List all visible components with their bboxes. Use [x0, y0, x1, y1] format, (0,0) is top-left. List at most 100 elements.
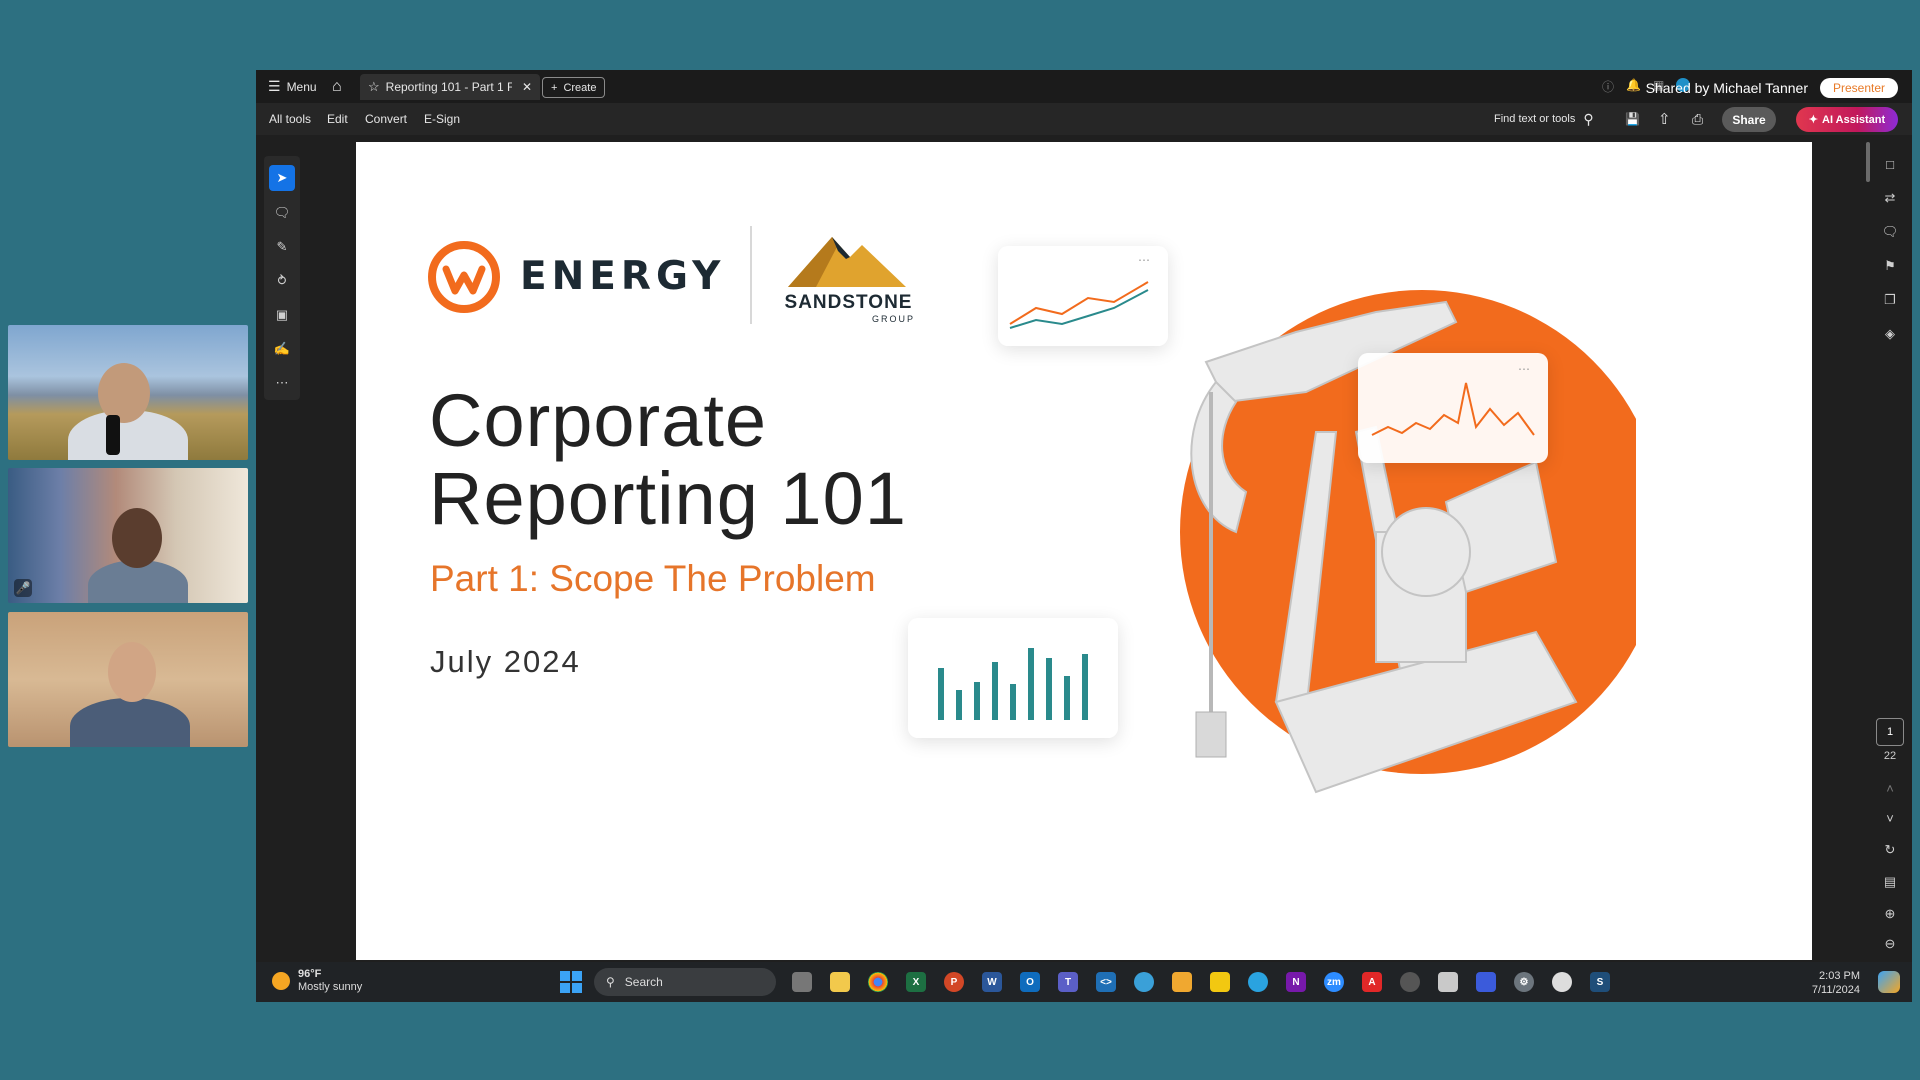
onenote-icon[interactable]: N — [1286, 972, 1306, 992]
find-tools-search[interactable]: Find text or tools ⚲ — [1494, 103, 1594, 135]
participant-video-1[interactable] — [8, 325, 248, 460]
search-icon: ⚲ — [1583, 110, 1594, 127]
ai-assistant-label: AI Assistant — [1822, 113, 1886, 126]
comments-panel-icon[interactable]: 🗨 — [1880, 222, 1900, 242]
outlook-icon[interactable]: O — [1020, 972, 1040, 992]
hamburger-icon: ☰ — [268, 78, 281, 94]
refresh-icon[interactable]: ↻ — [1880, 840, 1900, 860]
chevron-up-icon[interactable]: ˄ — [1880, 778, 1900, 798]
clock-time: 2:03 PM — [1819, 970, 1860, 982]
participant-body — [70, 698, 190, 747]
participant-head — [108, 642, 156, 702]
comment-icon[interactable]: 🗨 — [269, 200, 295, 226]
menu-convert[interactable]: Convert — [365, 103, 407, 135]
sandstone-group-logo: SANDSTONE GROUP — [776, 231, 921, 324]
title-bar: ☰ Menu ⌂ ☆ Reporting 101 - Part 1 Fin...… — [256, 70, 1912, 103]
obs-icon[interactable] — [1552, 972, 1572, 992]
page-fit-icon[interactable]: ▤ — [1880, 872, 1900, 892]
current-page-input[interactable]: 1 — [1876, 718, 1904, 746]
create-label: Create — [563, 81, 597, 94]
zoom-in-icon[interactable]: ⊕ — [1880, 904, 1900, 924]
zoom-icon[interactable]: zm — [1324, 972, 1344, 992]
taskbar-search[interactable]: ⚲ Search — [594, 968, 776, 996]
browser-icon[interactable] — [1400, 972, 1420, 992]
telegram-icon[interactable] — [1248, 972, 1268, 992]
settings-gear-icon[interactable]: ⚙ — [1514, 972, 1534, 992]
participant-head — [112, 508, 162, 568]
convert-icon[interactable]: ⇄ — [1880, 188, 1900, 208]
pages-panel-icon[interactable]: ❐ — [1880, 290, 1900, 310]
slide-title-line-1: Corporate — [429, 379, 768, 462]
chrome-icon[interactable] — [868, 972, 888, 992]
ai-assistant-button[interactable]: ✦ AI Assistant — [1796, 107, 1898, 132]
vscode-icon[interactable]: <> — [1096, 972, 1116, 992]
fill-sign-icon[interactable]: ✍ — [269, 336, 295, 362]
help-icon[interactable]: ⓘ — [1602, 78, 1614, 94]
presenter-badge[interactable]: Presenter — [1820, 78, 1898, 98]
pdf-viewer-window: ☰ Menu ⌂ ☆ Reporting 101 - Part 1 Fin...… — [256, 70, 1912, 1002]
text-box-icon[interactable]: ▣ — [269, 302, 295, 328]
more-tools-icon[interactable]: ⋯ — [269, 370, 295, 396]
home-icon[interactable]: ⌂ — [332, 70, 342, 103]
star-icon[interactable]: ☆ — [368, 79, 380, 95]
highlight-pen-icon[interactable]: ✎ — [269, 234, 295, 260]
participant-video-3[interactable] — [8, 612, 248, 747]
freehand-draw-icon[interactable]: ⥁ — [269, 268, 295, 294]
page-total: 22 — [1883, 750, 1897, 762]
powerpoint-icon[interactable]: P — [944, 972, 964, 992]
save-icon[interactable]: 💾 — [1625, 103, 1640, 135]
mountain-icon — [788, 237, 906, 287]
zoom-out-icon[interactable]: ⊖ — [1880, 934, 1900, 954]
clock-date: 7/11/2024 — [1811, 984, 1860, 996]
print-icon[interactable]: ⎙ — [1692, 103, 1703, 135]
weather-desc: Mostly sunny — [298, 981, 363, 993]
menu-bar: All tools Edit Convert E-Sign Find text … — [256, 103, 1912, 135]
sun-icon — [272, 972, 290, 990]
close-icon[interactable]: ✕ — [522, 80, 532, 94]
windows-start-icon[interactable] — [560, 971, 582, 993]
find-placeholder: Find text or tools — [1494, 113, 1576, 125]
excel-icon[interactable]: X — [906, 972, 926, 992]
menu-e-sign[interactable]: E-Sign — [424, 103, 460, 135]
task-view-icon[interactable] — [792, 972, 812, 992]
bell-icon[interactable]: 🔔 — [1626, 78, 1641, 94]
document-tab[interactable]: ☆ Reporting 101 - Part 1 Fin... ✕ — [360, 74, 540, 100]
scrollbar-thumb[interactable] — [1866, 142, 1870, 182]
svg-text:⋯: ⋯ — [1518, 362, 1530, 376]
select-pointer-icon[interactable]: ➤ — [269, 165, 295, 191]
microphone-icon — [106, 415, 120, 455]
layers-icon[interactable]: ◈ — [1880, 324, 1900, 344]
menu-all-tools[interactable]: All tools — [269, 103, 311, 135]
power-bi-icon[interactable] — [1210, 972, 1230, 992]
slide-page: ENERGY SANDSTONE GROUP Corporate Reporti… — [356, 142, 1812, 960]
bar-chart-card — [908, 618, 1118, 738]
remote-desktop-icon[interactable] — [1476, 972, 1496, 992]
microphone-icon: 🎤 — [14, 579, 32, 597]
tool-rail: ➤ 🗨 ✎ ⥁ ▣ ✍ ⋯ — [264, 156, 300, 400]
sandstone-wordmark: SANDSTONE — [784, 292, 913, 313]
slide-date: July 2024 — [430, 644, 581, 679]
acrobat-icon[interactable]: A — [1362, 972, 1382, 992]
w-energy-logo-icon — [428, 241, 500, 313]
azure-icon[interactable] — [1134, 972, 1154, 992]
create-button[interactable]: + Create — [542, 77, 606, 98]
share-button[interactable]: Share — [1722, 107, 1776, 132]
menu-edit[interactable]: Edit — [327, 103, 348, 135]
snipping-tool-icon[interactable] — [1438, 972, 1458, 992]
copilot-icon[interactable] — [1878, 971, 1900, 993]
file-explorer-icon[interactable] — [830, 972, 850, 992]
participant-video-2[interactable]: 🎤 — [8, 468, 248, 603]
word-icon[interactable]: W — [982, 972, 1002, 992]
weather-widget[interactable]: 96°F Mostly sunny — [272, 968, 362, 994]
chevron-down-icon[interactable]: ˅ — [1880, 808, 1900, 828]
bookmark-icon[interactable]: ⚑ — [1880, 256, 1900, 276]
sql-app-icon[interactable]: S — [1590, 972, 1610, 992]
participant-head — [98, 363, 150, 423]
upload-icon[interactable]: ⇧ — [1658, 103, 1671, 135]
wave-chart-icon: ⋯ — [1371, 362, 1535, 436]
sticky-app-icon[interactable] — [1172, 972, 1192, 992]
system-clock[interactable]: 2:03 PM 7/11/2024 — [1812, 969, 1860, 997]
teams-icon[interactable]: T — [1058, 972, 1078, 992]
edit-pdf-icon[interactable]: □ — [1880, 154, 1900, 174]
menu-button[interactable]: ☰ Menu — [268, 70, 317, 103]
